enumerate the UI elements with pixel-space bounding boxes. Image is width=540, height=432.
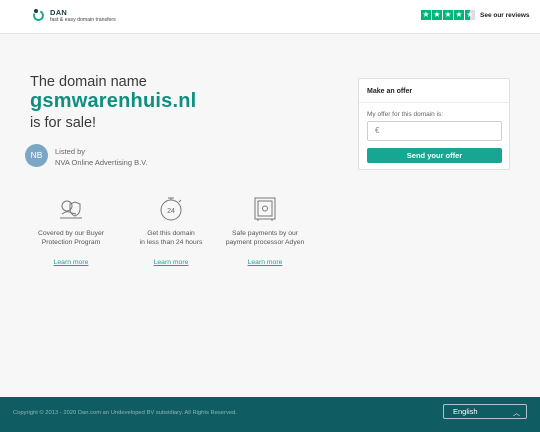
feature-fast-transfer: 24 Get this domain in less than 24 hours… (121, 194, 221, 266)
learn-more-link[interactable]: Learn more (121, 259, 221, 266)
24h-transfer-icon: 24 (160, 197, 182, 221)
copyright-text: Copyright © 2013 - 2020 Dan.com an Undev… (13, 410, 237, 416)
feature-safe-payments: Safe payments by our payment processor A… (215, 194, 315, 266)
learn-more-link[interactable]: Learn more (215, 259, 315, 266)
headline: The domain name (30, 74, 147, 90)
chevron-up-icon: ︿ (513, 409, 520, 417)
feature-text-line1: Get this domain (147, 230, 195, 237)
offer-amount-input[interactable]: € (367, 121, 502, 141)
feature-text-line1: Safe payments by our (231, 230, 299, 237)
trustpilot-reviews-link[interactable]: ★ ★ ★ ★ ★ See our reviews (421, 10, 530, 20)
feature-text-line2: Protection Program (41, 239, 101, 246)
feature-text-line1: Covered by our Buyer (37, 230, 105, 237)
star-icon: ★ (421, 10, 431, 20)
seller-info: Listed by NVA Online Advertising B.V. (55, 146, 148, 168)
buyer-protection-icon (60, 200, 82, 219)
seller-name: NVA Online Advertising B.V. (55, 158, 148, 167)
listed-by-label: Listed by (55, 147, 86, 156)
domain-name: gsmwarenhuis.nl (30, 90, 197, 112)
learn-more-link[interactable]: Learn more (21, 259, 121, 266)
logo-tagline: fast & easy domain transfers (50, 16, 116, 23)
divider (359, 102, 509, 103)
send-offer-button[interactable]: Send your offer (367, 148, 502, 163)
footer: Copyright © 2013 - 2020 Dan.com an Undev… (0, 397, 540, 432)
language-selector[interactable]: English ︿ (443, 404, 527, 419)
rating-stars: ★ ★ ★ ★ ★ (421, 10, 476, 20)
language-label: English (453, 407, 478, 416)
svg-text:24: 24 (167, 208, 175, 215)
reviews-label: See our reviews (480, 11, 530, 19)
star-half-icon: ★ (465, 10, 475, 20)
offer-title: Make an offer (367, 88, 413, 95)
logo-name: DAN (50, 8, 68, 17)
offer-field-label: My offer for this domain is: (367, 111, 444, 118)
for-sale-text: is for sale! (30, 115, 97, 131)
feature-text-line2: in less than 24 hours (139, 239, 203, 246)
dan-logo-icon (31, 8, 46, 23)
seller-avatar: NB (25, 144, 48, 167)
offer-card: Make an offer My offer for this domain i… (358, 78, 510, 170)
feature-buyer-protection: Covered by our Buyer Protection Program … (21, 194, 121, 266)
star-icon: ★ (432, 10, 442, 20)
top-bar: DAN fast & easy domain transfers ★ ★ ★ ★… (0, 0, 540, 34)
safe-payment-icon (254, 197, 276, 221)
star-icon: ★ (443, 10, 453, 20)
feature-text-line2: payment processor Adyen (225, 239, 305, 246)
currency-symbol: € (375, 126, 380, 135)
dan-logo[interactable]: DAN fast & easy domain transfers (31, 8, 116, 23)
star-icon: ★ (454, 10, 464, 20)
